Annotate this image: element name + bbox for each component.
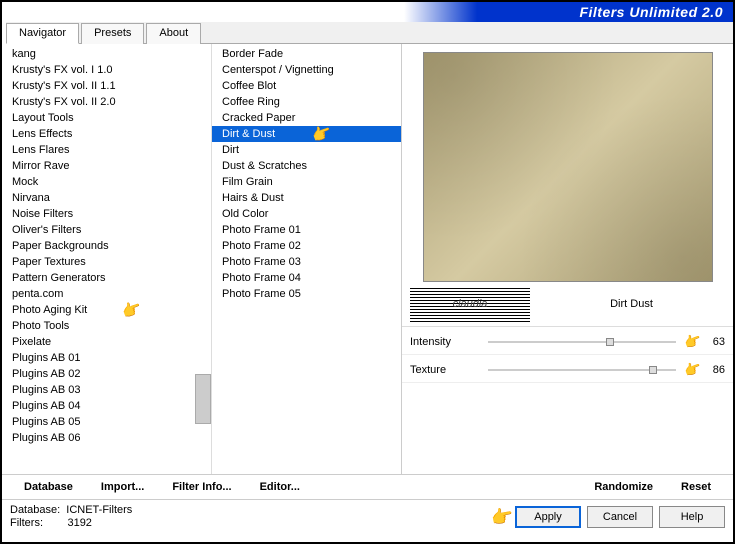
list-item[interactable]: Krusty's FX vol. I 1.0 [2, 62, 211, 78]
list-item[interactable]: Mirror Rave [2, 158, 211, 174]
list-item[interactable]: Paper Backgrounds [2, 238, 211, 254]
tab-navigator[interactable]: Navigator [6, 23, 79, 44]
list-item[interactable]: Krusty's FX vol. II 1.1 [2, 78, 211, 94]
list-item[interactable]: Coffee Ring [212, 94, 401, 110]
slider-label: Texture [410, 364, 480, 376]
slider-track[interactable] [488, 341, 676, 343]
import-button[interactable]: Import... [87, 479, 158, 495]
list-item[interactable]: Krusty's FX vol. II 2.0 [2, 94, 211, 110]
list-item[interactable]: Plugins AB 01 [2, 350, 211, 366]
header-bar: Filters Unlimited 2.0 [2, 2, 733, 22]
list-item[interactable]: Coffee Blot [212, 78, 401, 94]
list-item[interactable]: Photo Frame 03 [212, 254, 401, 270]
slider-value: 63 [701, 336, 725, 348]
category-list[interactable]: kangKrusty's FX vol. I 1.0Krusty's FX vo… [2, 44, 212, 474]
list-item[interactable]: Photo Frame 04 [212, 270, 401, 286]
slider-row: Intensity👉63 [402, 327, 733, 355]
slider-track[interactable] [488, 369, 676, 371]
list-item[interactable]: Noise Filters [2, 206, 211, 222]
list-item[interactable]: Paper Textures [2, 254, 211, 270]
hand-pointer-icon: 👉 [489, 505, 515, 530]
list-item[interactable]: Border Fade [212, 46, 401, 62]
list-item[interactable]: penta.com [2, 286, 211, 302]
list-item[interactable]: kang [2, 46, 211, 62]
list-item[interactable]: Plugins AB 03 [2, 382, 211, 398]
list-item[interactable]: Film Grain [212, 174, 401, 190]
apply-button[interactable]: Apply [515, 506, 581, 528]
filter-name-label: Dirt Dust [538, 298, 725, 310]
database-button[interactable]: Database [10, 479, 87, 495]
footer: Database: ICNET-Filters Filters: 3192 👉 … [2, 500, 733, 534]
list-item[interactable]: Hairs & Dust [212, 190, 401, 206]
slider-thumb[interactable] [649, 366, 657, 374]
filter-info-button[interactable]: Filter Info... [158, 479, 245, 495]
filter-info-row: claudia Dirt Dust [402, 282, 733, 327]
list-item[interactable]: Centerspot / Vignetting [212, 62, 401, 78]
preview-image [423, 52, 713, 282]
list-item[interactable]: Pixelate [2, 334, 211, 350]
list-item[interactable]: Photo Aging Kit👉 [2, 302, 211, 318]
randomize-button[interactable]: Randomize [580, 479, 667, 495]
watermark-logo: claudia [410, 286, 530, 322]
cancel-button[interactable]: Cancel [587, 506, 653, 528]
list-item[interactable]: Cracked Paper [212, 110, 401, 126]
list-item[interactable]: Pattern Generators [2, 270, 211, 286]
slider-label: Intensity [410, 336, 480, 348]
list-item[interactable]: Dust & Scratches [212, 158, 401, 174]
slider-thumb[interactable] [606, 338, 614, 346]
main-content: kangKrusty's FX vol. I 1.0Krusty's FX vo… [2, 44, 733, 474]
list-item[interactable]: Plugins AB 02 [2, 366, 211, 382]
bottom-toolbar: Database Import... Filter Info... Editor… [2, 474, 733, 500]
list-item[interactable]: Dirt & Dust👉 [212, 126, 401, 142]
list-item[interactable]: Plugins AB 06 [2, 430, 211, 446]
help-button[interactable]: Help [659, 506, 725, 528]
list-item[interactable]: Nirvana [2, 190, 211, 206]
tabs: NavigatorPresetsAbout [6, 22, 733, 44]
tab-about[interactable]: About [146, 23, 201, 44]
reset-button[interactable]: Reset [667, 479, 725, 495]
list-item[interactable]: Photo Tools [2, 318, 211, 334]
preview-panel: claudia Dirt Dust Intensity👉63Texture👉86 [402, 44, 733, 474]
database-info: Database: ICNET-Filters Filters: 3192 [10, 504, 491, 530]
list-item[interactable]: Layout Tools [2, 110, 211, 126]
app-title: Filters Unlimited 2.0 [579, 4, 723, 20]
slider-value: 86 [701, 364, 725, 376]
list-item[interactable]: Old Color [212, 206, 401, 222]
list-item[interactable]: Photo Frame 02 [212, 238, 401, 254]
list-item[interactable]: Plugins AB 05 [2, 414, 211, 430]
list-item[interactable]: Mock [2, 174, 211, 190]
list-item[interactable]: Photo Frame 05 [212, 286, 401, 302]
editor-button[interactable]: Editor... [246, 479, 314, 495]
list-item[interactable]: Dirt [212, 142, 401, 158]
scrollbar-thumb[interactable] [195, 374, 211, 424]
list-item[interactable]: Photo Frame 01 [212, 222, 401, 238]
tab-presets[interactable]: Presets [81, 23, 144, 44]
list-item[interactable]: Lens Effects [2, 126, 211, 142]
list-item[interactable]: Plugins AB 04 [2, 398, 211, 414]
list-item[interactable]: Oliver's Filters [2, 222, 211, 238]
filter-list[interactable]: Border FadeCenterspot / VignettingCoffee… [212, 44, 402, 474]
sliders-area: Intensity👉63Texture👉86 [402, 327, 733, 383]
list-item[interactable]: Lens Flares [2, 142, 211, 158]
slider-row: Texture👉86 [402, 355, 733, 383]
